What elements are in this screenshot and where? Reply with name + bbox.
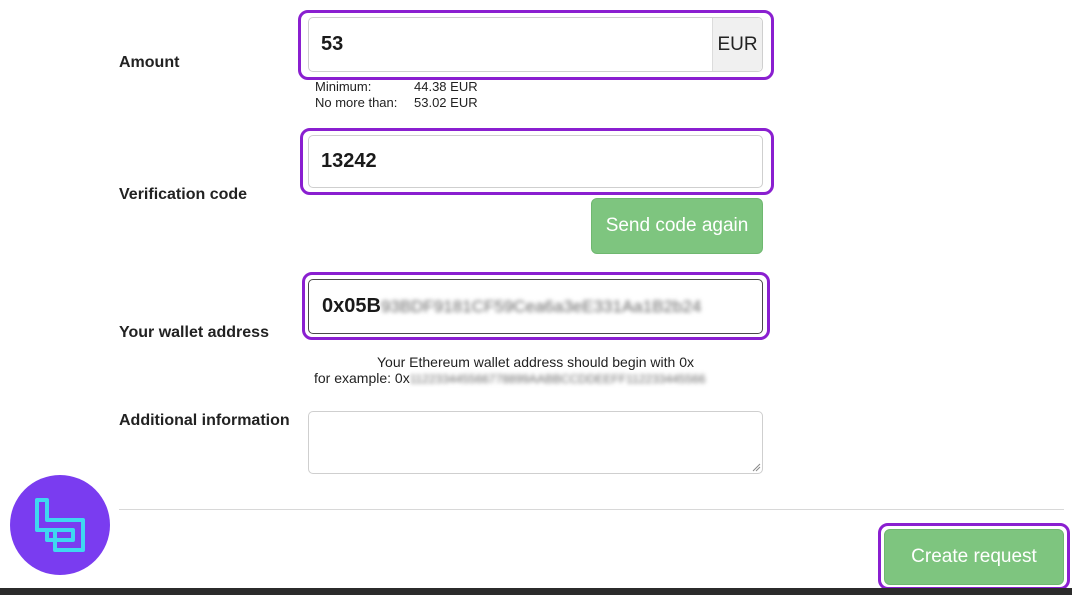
wallet-address-label: Your wallet address (119, 324, 269, 341)
send-code-again-button[interactable]: Send code again (591, 198, 763, 254)
currency-addon: EUR (712, 18, 762, 71)
amount-value: 53 (321, 33, 344, 55)
verification-code-value: 13242 (321, 150, 377, 172)
brand-logo-icon (35, 498, 85, 552)
additional-info-textarea[interactable] (308, 411, 763, 474)
additional-info-label: Additional information (119, 412, 290, 429)
wallet-hint: Your Ethereum wallet address should begi… (376, 354, 694, 370)
wallet-example: for example: 0x112233445566778899AABBCCD… (314, 370, 706, 387)
verification-code-input[interactable]: 13242 (308, 135, 763, 188)
amount-label: Amount (119, 54, 180, 71)
minimum-label: Minimum: (315, 79, 372, 94)
wallet-example-label: for example: 0x (314, 370, 410, 386)
brand-logo (10, 475, 110, 575)
resize-handle-icon[interactable] (752, 463, 761, 472)
bottom-bar (0, 588, 1072, 595)
divider (119, 509, 1064, 510)
wallet-address-rest: 93BDF9181CF59Cea6a3eE331Aa1B2b24 (380, 296, 702, 316)
wallet-address-prefix: 0x05B (322, 295, 381, 317)
verification-label: Verification code (119, 186, 248, 203)
maximum-label: No more than: (315, 95, 398, 110)
create-request-button[interactable]: Create request (884, 529, 1064, 585)
amount-input[interactable]: 53 (308, 17, 763, 72)
wallet-example-value: 112233445566778899AABBCCDDEEFF1122334455… (409, 372, 706, 386)
wallet-address-input[interactable]: 0x05B 93BDF9181CF59Cea6a3eE331Aa1B2b24 (308, 279, 763, 334)
maximum-value: 53.02 EUR (414, 95, 478, 110)
minimum-value: 44.38 EUR (414, 79, 478, 94)
